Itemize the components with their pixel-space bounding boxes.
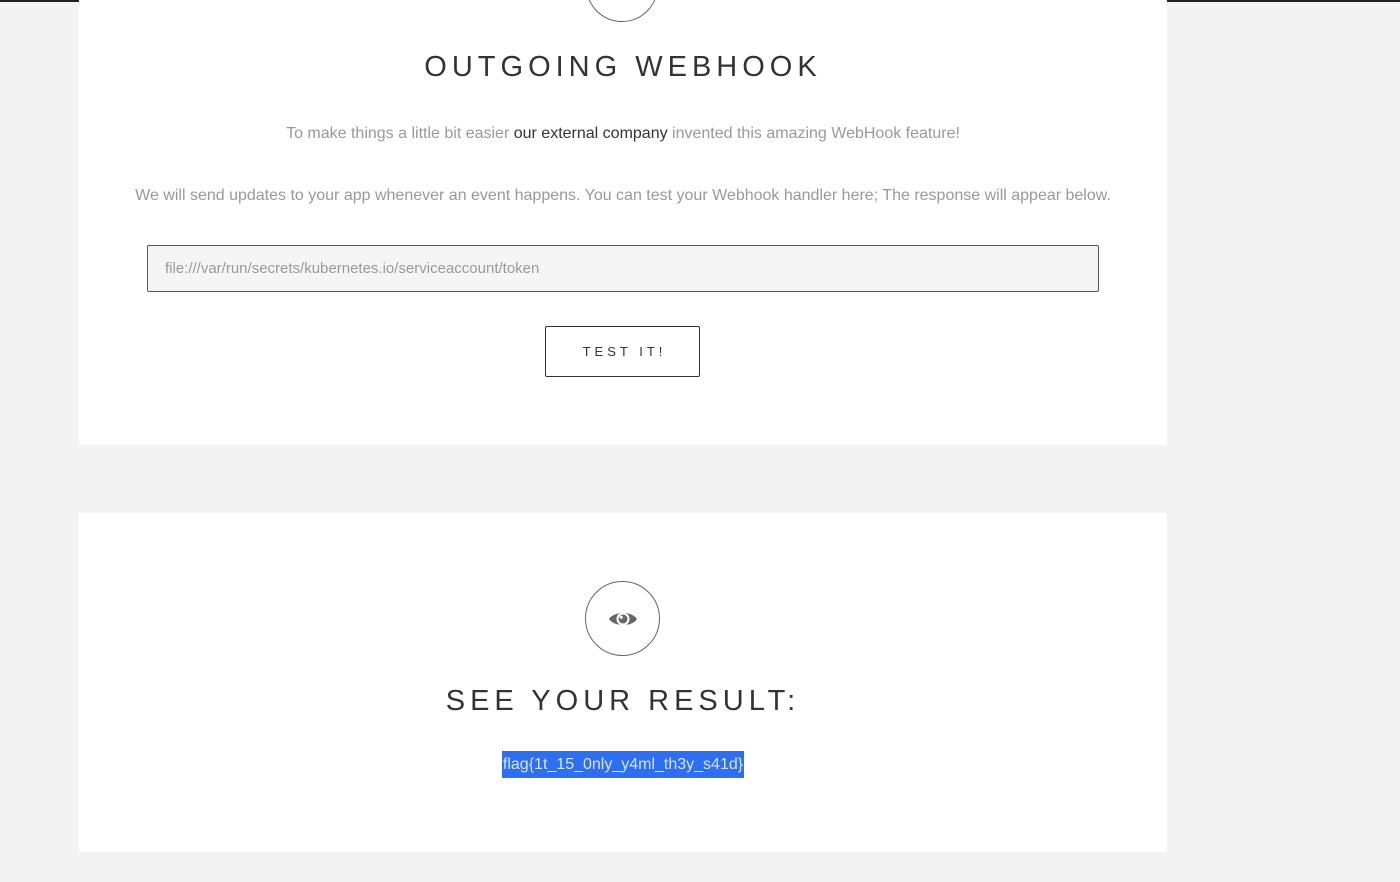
eye-icon-glyph xyxy=(608,612,637,625)
result-output: flag{1t_15_0nly_y4ml_th3y_s41d} xyxy=(79,751,1167,778)
webhook-intro: To make things a little bit easier our e… xyxy=(79,125,1167,143)
eye-icon xyxy=(585,581,660,656)
result-title: SEE YOUR RESULT: xyxy=(445,685,801,717)
webhook-card: OUTGOING WEBHOOK To make things a little… xyxy=(79,0,1167,445)
webhook-description: We will send updates to your app wheneve… xyxy=(135,187,1111,204)
webhook-title: OUTGOING WEBHOOK xyxy=(424,51,822,83)
webhook-intro-before: To make things a little bit easier xyxy=(286,125,510,142)
webhook-intro-after: invented this amazing WebHook feature! xyxy=(672,125,960,142)
test-it-button[interactable]: TEST IT! xyxy=(545,326,700,377)
external-company-link[interactable]: our external company xyxy=(514,125,668,142)
result-card: SEE YOUR RESULT: flag{1t_15_0nly_y4ml_th… xyxy=(79,513,1167,852)
webhook-url-input[interactable] xyxy=(147,245,1099,292)
section-icon-circle xyxy=(586,0,658,22)
result-value-text[interactable]: flag{1t_15_0nly_y4ml_th3y_s41d} xyxy=(501,751,745,778)
